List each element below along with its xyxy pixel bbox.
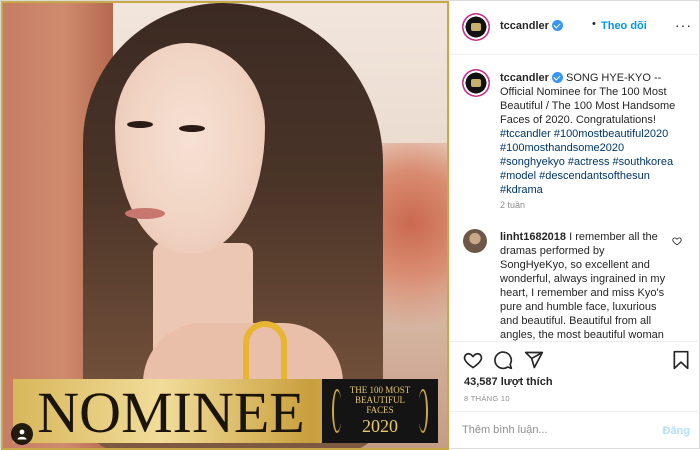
award-seal: THE 100 MOST BEAUTIFUL FACES 2020 [322,379,438,443]
laurel-left-icon [332,389,342,433]
hashtag-link[interactable]: #model [500,170,536,182]
comment-text: linht1682018 I remember all the dramas p… [500,230,672,341]
hashtag-link[interactable]: #100mosthandsome2020 [500,142,624,154]
post-side-panel: tccandler • Theo dõi ··· tccandler SONG … [449,1,700,450]
header-separator: • [592,18,596,30]
hashtag-link[interactable]: #southkorea [613,156,674,168]
hashtag-link[interactable]: #100mostbeautiful2020 [554,128,668,140]
comments-scroll-area[interactable]: tccandler SONG HYE-KYO -- Official Nomin… [450,56,700,341]
user-icon [17,429,27,440]
caption-username[interactable]: tccandler [500,72,549,84]
hashtag-link[interactable]: #actress [568,156,610,168]
commenter-avatar[interactable] [463,229,487,253]
commenter-username[interactable]: linht1682018 [500,231,566,243]
comment-like-heart-icon[interactable] [672,236,682,246]
hashtag-link[interactable]: #songhyekyo [500,156,565,168]
post-actions: 43,587 lượt thích 8 THÁNG 10 [450,341,700,411]
laurel-right-icon [418,389,428,433]
post-date[interactable]: 8 THÁNG 10 [464,394,510,403]
caption-verified-badge-icon [551,72,563,83]
author-avatar[interactable] [462,13,490,41]
hashtag-link[interactable]: #descendantsofthesun [539,170,650,182]
comment-bubble-icon[interactable] [493,350,513,370]
hashtag-link[interactable]: #tccandler [500,128,551,140]
add-comment-form: Đăng [450,411,700,450]
hashtag-link[interactable]: #kdrama [500,184,543,196]
more-options-icon[interactable]: ··· [675,17,692,33]
post-photo[interactable]: NOMINEE THE 100 MOST BEAUTIFUL FACES 202… [1,1,449,450]
caption-timestamp[interactable]: 2 tuần [500,200,525,210]
verified-badge-icon [551,20,563,31]
like-heart-icon[interactable] [462,350,484,370]
comment-body: I remember all the dramas performed by S… [500,231,666,341]
photo-eye-left [127,121,153,128]
caption-author-avatar[interactable] [462,69,490,97]
nominee-text: NOMINEE [37,380,305,445]
follow-button[interactable]: Theo dõi [601,20,647,32]
instagram-post-modal: NOMINEE THE 100 MOST BEAUTIFUL FACES 202… [0,0,700,450]
post-header: tccandler • Theo dõi ··· [450,1,700,55]
likes-count[interactable]: 43,587 lượt thích [464,376,553,388]
comment-input[interactable] [462,424,642,436]
author-username[interactable]: tccandler [500,20,563,32]
post-comment-button[interactable]: Đăng [663,425,691,437]
tagged-user-button[interactable] [11,423,33,445]
nominee-banner: NOMINEE THE 100 MOST BEAUTIFUL FACES 202… [13,379,438,443]
photo-eye-right [179,125,205,132]
share-paper-plane-icon[interactable] [524,350,544,370]
save-bookmark-icon[interactable] [672,350,690,370]
photo-lips [125,208,165,219]
caption-text: tccandler SONG HYE-KYO -- Official Nomin… [500,71,690,197]
author-username-text[interactable]: tccandler [500,20,549,32]
photo-strap [243,321,287,381]
